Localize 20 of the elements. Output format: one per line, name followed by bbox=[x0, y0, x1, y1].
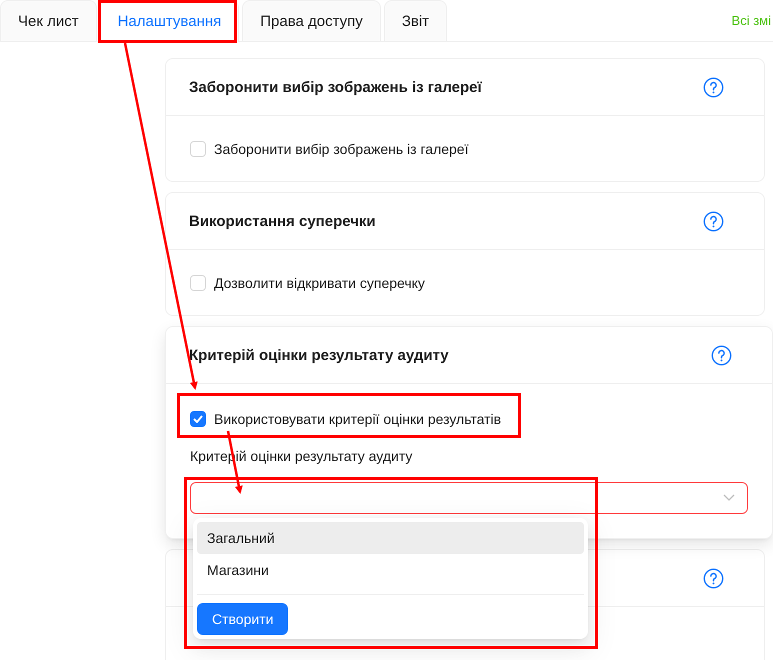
tab[interactable]: Звіт bbox=[384, 0, 448, 41]
help-icon[interactable] bbox=[703, 210, 724, 232]
dropdown-option[interactable]: Загальний bbox=[197, 522, 584, 554]
tab[interactable]: Права доступу bbox=[242, 0, 381, 41]
tab[interactable]: Чек лист bbox=[0, 0, 97, 41]
checkbox-label: Використовувати критерії оцінки результатів bbox=[214, 411, 502, 427]
save-status: Всі змі bbox=[732, 13, 771, 28]
select-field[interactable] bbox=[190, 482, 748, 514]
chevron-down-icon bbox=[723, 494, 735, 502]
help-icon[interactable] bbox=[711, 344, 732, 366]
help-icon[interactable] bbox=[703, 568, 724, 588]
card-title: Заборонити вибір зображень із галереї bbox=[189, 78, 482, 96]
check-icon bbox=[193, 415, 203, 423]
checkbox-label: Дозволити відкривати суперечку bbox=[214, 275, 425, 291]
help-icon[interactable] bbox=[703, 76, 724, 98]
card-title: Використання суперечки bbox=[189, 212, 376, 230]
card-title: Критерій оцінки результату аудиту bbox=[189, 346, 449, 364]
create-button[interactable]: Створити bbox=[197, 603, 288, 635]
checkbox[interactable] bbox=[190, 411, 206, 427]
checkbox-label: Заборонити вибір зображень із галереї bbox=[214, 141, 468, 157]
